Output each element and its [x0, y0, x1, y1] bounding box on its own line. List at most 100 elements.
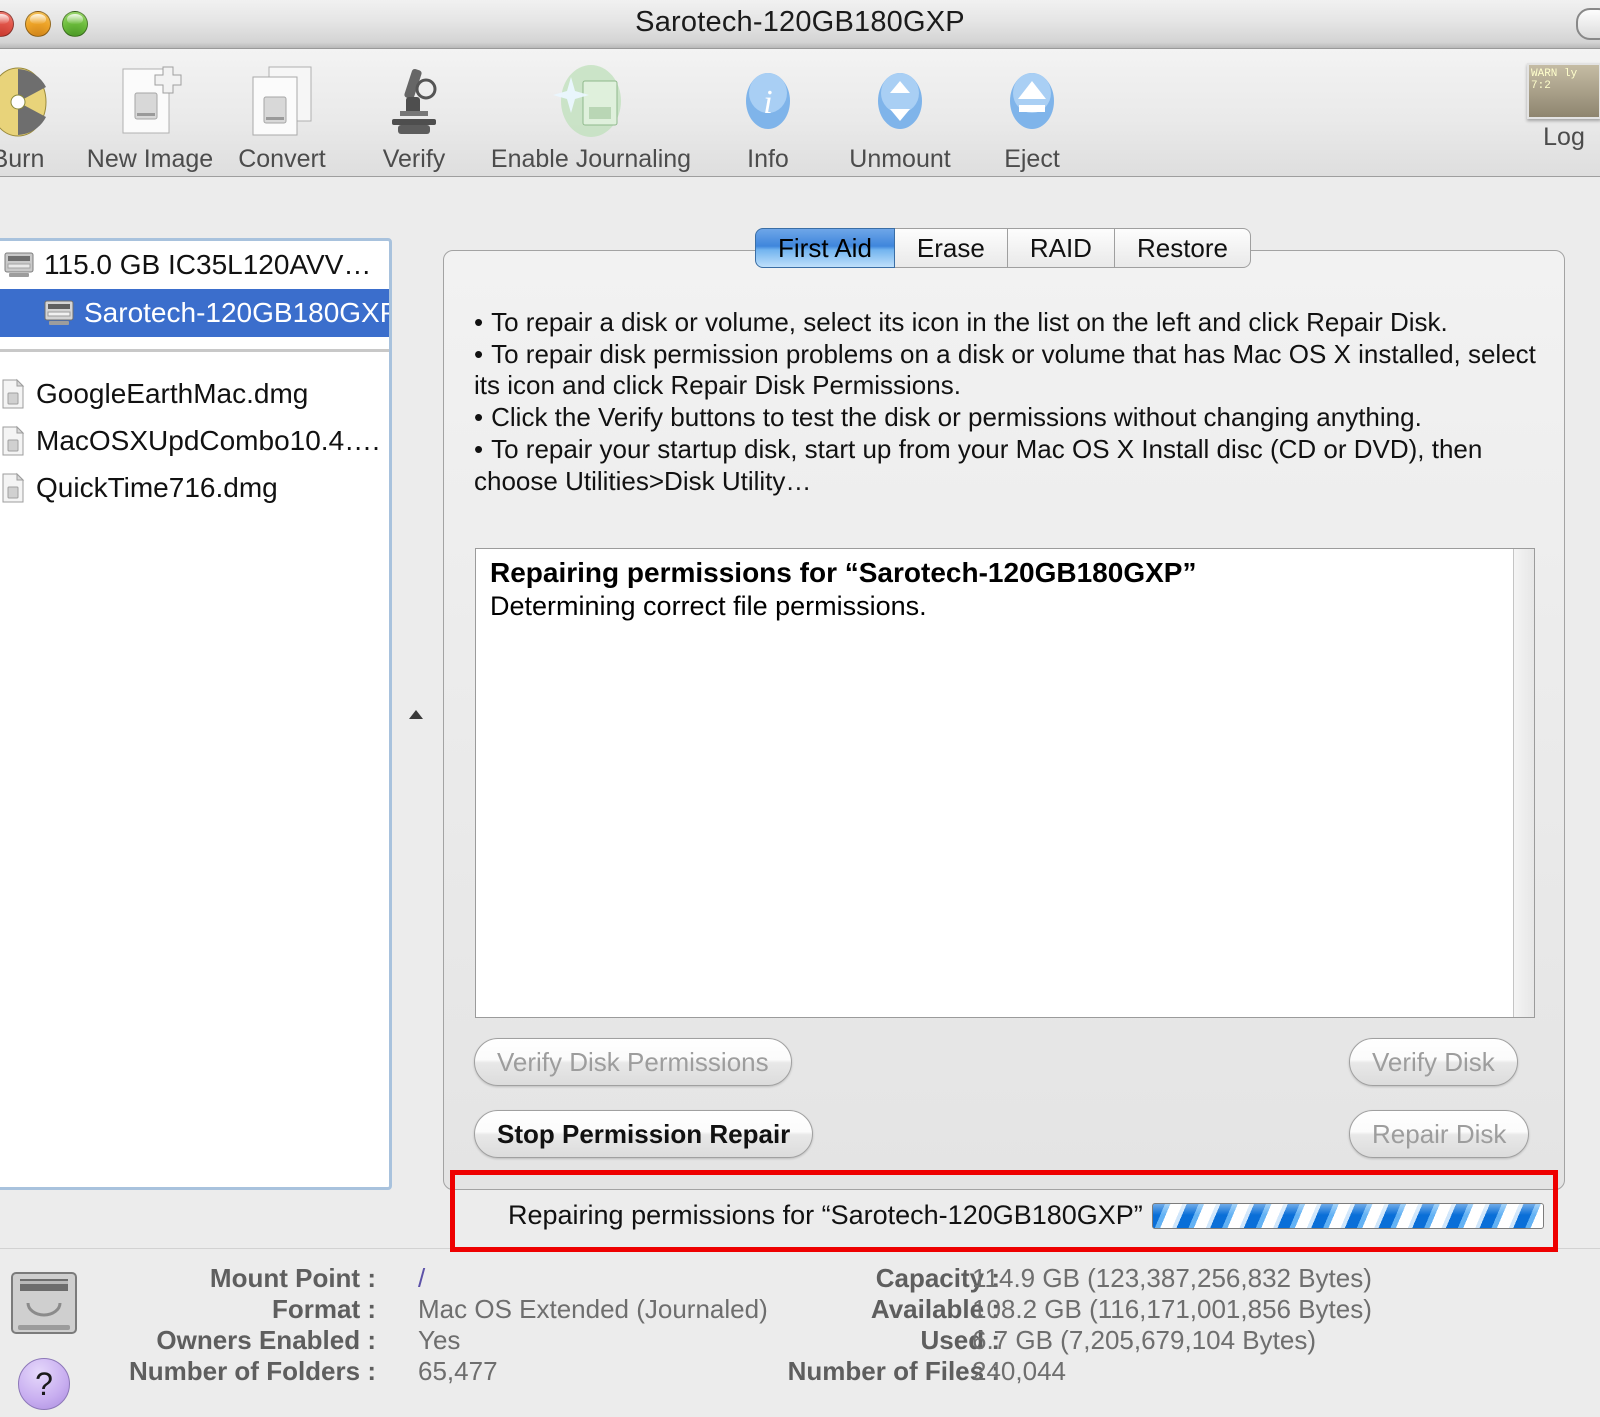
sidebar-item-disk-0[interactable]: 115.0 GB IC35L120AVV… — [0, 241, 389, 289]
splitter-handle[interactable] — [404, 700, 428, 730]
disk-list-sidebar[interactable]: 115.0 GB IC35L120AVV… Sarotech-120GB180G… — [0, 238, 392, 1190]
bullet-icon: • — [474, 433, 484, 464]
toolbar-button-unmount[interactable]: Unmount — [834, 55, 966, 174]
toolbar-button-verify[interactable]: Verify — [348, 55, 480, 174]
journaling-icon — [549, 63, 633, 141]
log-scrollbar[interactable] — [1513, 549, 1534, 1017]
toolbar-button-convert[interactable]: Convert — [216, 55, 348, 174]
toolbar-label-log: Log — [1543, 123, 1585, 151]
info-value-owners-enabled: Yes — [418, 1325, 461, 1355]
toolbar-label-unmount: Unmount — [849, 145, 951, 173]
info-value-used: 6.7 GB (7,205,679,104 Bytes) — [972, 1325, 1316, 1355]
burn-icon — [0, 63, 49, 141]
sidebar-item-disk-0-label: 115.0 GB IC35L120AVV… — [44, 249, 372, 280]
info-value-number-of-files: 240,044 — [972, 1356, 1066, 1386]
info-row-format: Format Mac OS Extended (Journaled) — [40, 1294, 768, 1325]
repair-disk-label: Repair Disk — [1372, 1118, 1507, 1149]
toolbar-label-burn: Burn — [0, 145, 45, 173]
repair-disk-button[interactable]: Repair Disk — [1349, 1110, 1530, 1158]
info-row-used: Used 6.7 GB (7,205,679,104 Bytes) — [700, 1325, 1460, 1356]
toolbar-toggle-button[interactable] — [1576, 8, 1600, 40]
info-row-mount-point: Mount Point / — [40, 1263, 730, 1294]
sidebar-divider — [0, 349, 389, 352]
volume-info-right-column: Capacity 114.9 GB (123,387,256,832 Bytes… — [700, 1263, 1460, 1387]
toolbar-button-info[interactable]: i Info — [702, 55, 834, 174]
info-icon: i — [739, 63, 797, 141]
toolbar-button-new-image[interactable]: New Image — [84, 55, 216, 174]
instruction-line-1: • To repair disk permission problems on a… — [474, 339, 1539, 402]
instruction-line-0: • To repair a disk or volume, select its … — [474, 307, 1539, 339]
log-window-icon: WARN ly 7:2 — [1527, 63, 1600, 119]
eject-icon — [1003, 63, 1061, 141]
sidebar-item-image-1-label: MacOSXUpdCombo10.4…. — [36, 424, 380, 456]
sidebar-item-image-2[interactable]: QuickTime716.dmg — [0, 464, 389, 511]
sidebar-item-disk-1-label: Sarotech-120GB180GXP — [84, 297, 392, 328]
toolbar-label-enable-journaling: Enable Journaling — [490, 145, 692, 173]
unmount-icon — [871, 63, 929, 141]
tab-first-aid[interactable]: First Aid — [755, 228, 895, 268]
sidebar-item-disk-1[interactable]: Sarotech-120GB180GXP — [0, 289, 389, 337]
toolbar-button-log[interactable]: WARN ly 7:2 Log — [1498, 63, 1600, 152]
info-key-number-of-files: Number of Files — [788, 1356, 1000, 1387]
info-value-number-of-folders: 65,477 — [418, 1356, 498, 1386]
bullet-icon: • — [474, 307, 484, 337]
verify-disk-permissions-button[interactable]: Verify Disk Permissions — [474, 1038, 792, 1086]
info-row-number-of-folders: Number of Folders 65,477 — [40, 1356, 730, 1387]
info-row-available: Available 108.2 GB (116,171,001,856 Byte… — [700, 1294, 1460, 1325]
hard-disk-icon — [3, 250, 35, 280]
progress-status-text: Repairing permissions for “Sarotech-120G… — [508, 1200, 1143, 1230]
toolbar-label-eject: Eject — [1004, 145, 1060, 173]
tab-erase-label: Erase — [916, 232, 985, 263]
bullet-icon: • — [474, 338, 484, 369]
log-line-2: Determining correct file permissions. — [490, 591, 927, 621]
toolbar-label-convert: Convert — [238, 145, 326, 173]
info-key-number-of-folders: Number of Folders — [129, 1356, 376, 1387]
tab-bar: First Aid Erase RAID Restore — [755, 228, 1252, 268]
info-row-owners-enabled: Owners Enabled Yes — [40, 1325, 730, 1356]
tab-erase[interactable]: Erase — [894, 228, 1008, 268]
toolbar-button-burn[interactable]: Burn — [0, 55, 84, 174]
instruction-line-2: • Click the Verify buttons to test the di… — [474, 402, 1539, 434]
toolbar-button-enable-journaling[interactable]: Enable Journaling — [480, 55, 702, 174]
toolbar-label-verify: Verify — [382, 145, 446, 173]
disk-image-icon — [0, 425, 27, 457]
verify-disk-permissions-label: Verify Disk Permissions — [497, 1046, 769, 1077]
convert-icon — [247, 63, 317, 141]
disk-image-icon — [0, 378, 27, 410]
info-value-capacity: 114.9 GB (123,387,256,832 Bytes) — [972, 1263, 1372, 1293]
instructions-block: • To repair a disk or volume, select its … — [474, 307, 1539, 497]
sidebar-item-image-1[interactable]: MacOSXUpdCombo10.4…. — [0, 417, 389, 464]
toolbar-label-new-image: New Image — [86, 145, 214, 173]
progress-bar — [1152, 1203, 1544, 1229]
tab-raid-label: RAID — [1029, 232, 1092, 263]
svg-text:i: i — [763, 84, 772, 121]
instruction-text-2: Click the Verify buttons to test the dis… — [491, 402, 1422, 433]
toolbar-items: Burn New Image — [0, 55, 1098, 174]
help-button[interactable]: ? — [18, 1358, 70, 1410]
verify-disk-button[interactable]: Verify Disk — [1349, 1038, 1518, 1086]
tab-first-aid-label: First Aid — [778, 232, 872, 263]
instruction-text-3: To repair your startup disk, start up fr… — [474, 433, 1483, 496]
tab-restore[interactable]: Restore — [1114, 228, 1252, 268]
sidebar-item-image-0[interactable]: GoogleEarthMac.dmg — [0, 370, 389, 417]
window-title: Sarotech-120GB180GXP — [635, 6, 965, 38]
instruction-text-1: To repair disk permission problems on a … — [474, 338, 1536, 401]
tab-raid[interactable]: RAID — [1007, 228, 1115, 268]
toolbar-label-info: Info — [747, 145, 789, 173]
stop-permission-repair-button[interactable]: Stop Permission Repair — [474, 1110, 814, 1158]
microscope-icon — [380, 63, 448, 141]
log-line-1: Repairing permissions for “Sarotech-120G… — [490, 557, 1197, 588]
info-key-mount-point: Mount Point — [210, 1263, 376, 1294]
window-titlebar: Sarotech-120GB180GXP — [0, 0, 1600, 49]
operation-log-area[interactable]: Repairing permissions for “Sarotech-120G… — [475, 548, 1535, 1018]
sidebar-item-image-0-label: GoogleEarthMac.dmg — [36, 377, 309, 409]
toolbar-button-eject[interactable]: Eject — [966, 55, 1098, 174]
info-row-capacity: Capacity 114.9 GB (123,387,256,832 Bytes… — [700, 1263, 1460, 1294]
instruction-line-3: • To repair your startup disk, start up f… — [474, 434, 1539, 497]
disk-utility-window: Sarotech-120GB180GXP Burn — [0, 0, 1600, 1417]
tab-restore-label: Restore — [1136, 232, 1229, 263]
bullet-icon: • — [474, 402, 484, 433]
volume-icon — [43, 298, 75, 328]
info-key-owners-enabled: Owners Enabled — [156, 1325, 376, 1356]
verify-disk-label: Verify Disk — [1372, 1046, 1495, 1077]
